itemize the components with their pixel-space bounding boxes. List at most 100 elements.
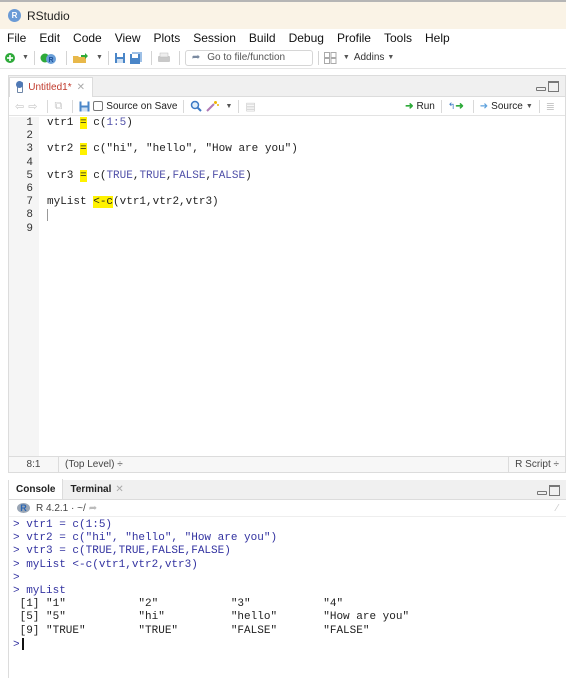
file-type-selector[interactable]: R Script ÷ <box>508 457 565 472</box>
save-icon[interactable] <box>79 98 90 114</box>
toolbar-divider <box>178 50 180 65</box>
toolbar-divider <box>107 50 109 65</box>
rerun-icon[interactable]: ↰ ➜ <box>448 98 464 114</box>
code-line[interactable]: myList <-c(vtr1,vtr2,vtr3) <box>47 196 565 209</box>
editor-status-bar: 8:1 (Top Level) ÷ R Script ÷ <box>9 456 565 472</box>
go-to-file-placeholder: Go to file/function <box>207 52 286 63</box>
menu-debug[interactable]: Debug <box>289 31 324 45</box>
run-button[interactable]: ➜ Run <box>405 101 435 112</box>
console-prompt-line[interactable]: > <box>13 637 566 651</box>
find-replace-icon[interactable] <box>190 98 203 114</box>
editor-toolbar-right: ➜ Run ↰ ➜ ➜ Source ▼ ≣ <box>405 98 565 114</box>
addins-menu[interactable]: Addins <box>354 52 385 63</box>
r-version-label: R 4.2.1 · ~/ <box>36 502 86 514</box>
go-to-directory-icon[interactable]: ➦ <box>89 503 97 514</box>
console-output[interactable]: > vtr1 = c(1:5) > vtr2 = c("hi", "hello",… <box>9 517 566 651</box>
show-in-window-icon[interactable]: ⧉ <box>54 100 62 113</box>
tab-terminal[interactable]: Terminal ✕ <box>63 479 130 499</box>
editor-window-controls <box>536 81 559 92</box>
print-icon[interactable] <box>157 50 171 66</box>
menu-code[interactable]: Code <box>73 31 102 45</box>
source-on-save-checkbox[interactable] <box>93 101 104 111</box>
code-editor[interactable]: 123456789 vtr1 = c(1:5) vtr2 = c("hi", "h… <box>9 117 565 456</box>
code-tools-dropdown-icon[interactable]: ▼ <box>225 103 232 110</box>
open-file-icon[interactable] <box>72 50 90 66</box>
line-number: 8 <box>26 209 33 222</box>
save-all-icon[interactable] <box>129 50 143 66</box>
console-input-line: > <box>13 571 20 584</box>
source-dropdown-icon[interactable]: ▼ <box>526 103 533 110</box>
menu-tools[interactable]: Tools <box>384 31 412 45</box>
document-outline-icon[interactable]: ≣ <box>546 100 555 113</box>
highlighted-assignment: = <box>80 117 87 129</box>
toolbar-divider <box>72 99 74 113</box>
code-line[interactable] <box>47 183 565 196</box>
menu-edit[interactable]: Edit <box>39 31 60 45</box>
code-tools-wand-icon[interactable] <box>205 98 220 114</box>
maximize-pane-icon[interactable] <box>548 81 559 92</box>
minimize-pane-icon[interactable] <box>536 87 546 91</box>
tab-console[interactable]: Console <box>9 479 64 499</box>
toolbar-divider <box>33 50 35 65</box>
line-number: 5 <box>26 169 33 182</box>
forward-arrow-icon[interactable]: ⇨ <box>28 100 37 113</box>
window-title: RStudio <box>27 8 70 23</box>
pane-layout-dropdown-icon[interactable]: ▼ <box>343 54 350 61</box>
menu-session[interactable]: Session <box>193 31 236 45</box>
new-file-icon[interactable] <box>4 50 16 66</box>
line-number: 3 <box>26 143 33 156</box>
tab-untitled1[interactable]: Untitled1* ✕ <box>9 77 93 97</box>
menu-plots[interactable]: Plots <box>154 31 181 45</box>
code-line[interactable] <box>47 223 565 236</box>
addins-dropdown-icon[interactable]: ▼ <box>387 54 394 61</box>
menu-help[interactable]: Help <box>425 31 450 45</box>
code-line[interactable] <box>47 130 565 143</box>
console-window-controls <box>537 485 560 496</box>
code-constant: FALSE <box>172 169 206 182</box>
menu-file[interactable]: File <box>7 31 26 45</box>
code-line[interactable]: vtr2 = c("hi", "hello", "How are you") <box>47 143 565 156</box>
toolbar-divider <box>317 50 319 65</box>
close-tab-icon[interactable]: ✕ <box>77 82 85 93</box>
close-tab-icon[interactable]: ✕ <box>115 484 123 495</box>
open-file-dropdown-icon[interactable]: ▼ <box>96 54 103 61</box>
minimize-pane-icon[interactable] <box>537 491 547 495</box>
highlighted-assignment: = <box>80 169 87 182</box>
maximize-pane-icon[interactable] <box>549 485 560 496</box>
code-line[interactable]: vtr1 = c(1:5) <box>47 117 565 130</box>
new-file-dropdown-icon[interactable]: ▼ <box>22 54 29 61</box>
code-content[interactable]: vtr1 = c(1:5) vtr2 = c("hi", "hello", "Ho… <box>39 117 565 456</box>
code-constant: 1:5 <box>106 117 127 129</box>
pane-layout-icon[interactable] <box>323 50 337 66</box>
scope-selector[interactable]: (Top Level) ÷ <box>59 459 123 470</box>
new-project-icon[interactable]: R <box>40 50 58 66</box>
menu-profile[interactable]: Profile <box>337 31 371 45</box>
toolbar-divider <box>538 99 540 113</box>
clear-console-broom-icon[interactable]: ⁄ <box>556 503 558 514</box>
line-number: 4 <box>26 156 33 169</box>
toolbar-divider <box>65 50 67 65</box>
code-constant: TRUE <box>106 169 133 182</box>
source-on-save-label: Source on Save <box>106 100 178 112</box>
menu-build[interactable]: Build <box>249 31 276 45</box>
r-script-file-icon <box>15 81 24 93</box>
go-to-file-input[interactable]: ➦ Go to file/function <box>184 49 313 66</box>
compile-report-icon[interactable]: ▤ <box>245 100 255 113</box>
highlighted-assignment: = <box>80 143 87 156</box>
console-output-line: [1] "1" "2" "3" "4" <box>13 598 344 611</box>
menu-view[interactable]: View <box>115 31 141 45</box>
title-bar: R RStudio <box>0 0 566 29</box>
code-line[interactable] <box>47 157 565 170</box>
source-button[interactable]: ➜ Source <box>480 101 523 112</box>
console-input-line: > vtr3 = c(TRUE,TRUE,FALSE,FALSE) <box>13 545 231 558</box>
tab-label: Console <box>16 483 56 495</box>
rstudio-logo-icon: R <box>8 9 21 22</box>
save-icon[interactable] <box>114 50 126 66</box>
source-label: Source <box>491 100 523 112</box>
console-pane: Console Terminal ✕ R R 4.2.1 · ~/ ➦ ⁄ > … <box>8 479 566 678</box>
back-arrow-icon[interactable]: ⇦ <box>15 100 24 113</box>
console-output-line: [9] "TRUE" "TRUE" "FALSE" "FALSE" <box>13 624 370 637</box>
code-line[interactable] <box>47 209 565 222</box>
code-line[interactable]: vtr3 = c(TRUE,TRUE,FALSE,FALSE) <box>47 169 565 183</box>
line-number: 6 <box>26 182 33 195</box>
